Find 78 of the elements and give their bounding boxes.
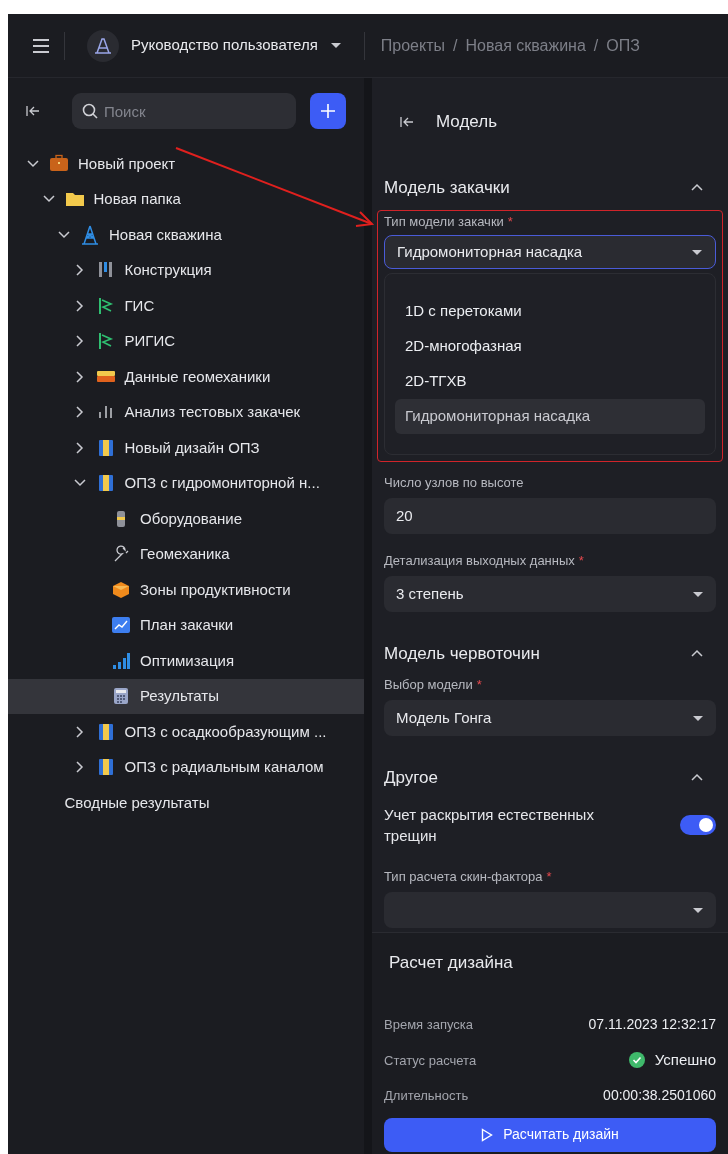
plus-icon — [320, 103, 336, 119]
status-value: Успешно — [654, 1050, 716, 1070]
caret-icon — [691, 248, 703, 256]
section-header[interactable]: Модель червоточин — [384, 632, 716, 676]
bar-chart-icon — [111, 650, 131, 671]
tree-item[interactable]: ОПЗ с гидромониторной н... — [8, 465, 364, 501]
field-label: Число узлов по высоте — [384, 474, 524, 493]
toggle-switch[interactable] — [680, 815, 716, 835]
add-button[interactable] — [310, 93, 346, 129]
tree-item[interactable]: Новая скважина — [8, 217, 364, 253]
caret-icon — [692, 590, 704, 598]
info-label: Длительность — [384, 1087, 469, 1105]
tree-item[interactable]: Зоны продуктивности — [8, 572, 364, 608]
briefcase-icon — [49, 153, 69, 174]
toggle-label: Учет раскрытия естественных трещин — [384, 805, 595, 846]
tree-item[interactable]: Новая папка — [8, 181, 364, 217]
breadcrumb-separator: / — [453, 35, 458, 56]
tree-item[interactable]: РИГИС — [8, 323, 364, 359]
breadcrumb-separator: / — [593, 35, 599, 56]
rig-icon — [80, 224, 100, 245]
tree-item[interactable]: Сводные результаты — [8, 785, 364, 821]
required-mark: * — [578, 552, 584, 571]
panel-title: Модель — [436, 111, 498, 134]
search-field[interactable]: Поиск — [72, 93, 296, 129]
tree-item[interactable]: ОПЗ с осадкообразующим ... — [8, 714, 364, 750]
info-value: 00:00:38.2501060 — [603, 1086, 716, 1106]
select-field[interactable]: Модель Гонга — [384, 700, 716, 736]
select-field[interactable]: 3 степень — [384, 576, 716, 612]
calculator-icon — [111, 686, 131, 707]
tree-item[interactable]: Конструкция — [8, 252, 364, 288]
dropdown-option[interactable]: 2D-многофазная — [395, 329, 705, 364]
cube-icon — [111, 579, 131, 600]
tree-item[interactable]: Данные геомеханики — [8, 359, 364, 395]
breadcrumb-link[interactable]: Проекты — [380, 33, 445, 58]
field-label: Тип расчета скин-фактора — [384, 868, 543, 887]
breadcrumb-link[interactable]: Новая скважина — [465, 33, 586, 58]
caret-icon — [692, 906, 704, 914]
tree-item[interactable]: Геомеханика — [8, 536, 364, 572]
tree-item[interactable]: ГИС — [8, 288, 364, 324]
tree-item[interactable]: Оптимизация — [8, 643, 364, 679]
dropdown-option[interactable]: 2D-ТГХВ — [395, 364, 705, 399]
field-label: Тип модели закачки — [384, 213, 504, 232]
field-label: Выбор модели — [384, 676, 473, 695]
required-mark: * — [507, 213, 513, 232]
tree-item[interactable]: Результаты — [8, 678, 364, 714]
menu-icon — [32, 38, 50, 53]
section-header[interactable]: Другое — [384, 756, 716, 800]
collapse-icon — [400, 116, 414, 128]
tree-item[interactable]: Оборудование — [8, 501, 364, 537]
select-field[interactable] — [384, 892, 716, 928]
caret-icon — [329, 42, 342, 49]
logo-icon — [87, 29, 119, 62]
dropdown-option[interactable]: 1D с перетоками — [395, 294, 705, 329]
dropdown-field[interactable]: Гидромониторная насадка — [384, 235, 716, 269]
dropdown-option[interactable]: Гидромониторная насадка — [395, 399, 705, 434]
collapse-icon — [26, 105, 40, 117]
required-mark: * — [476, 676, 482, 695]
info-label: Время запуска — [384, 1016, 473, 1034]
number-field[interactable]: 20 — [384, 498, 716, 534]
tree-item[interactable]: Анализ тестовых закачек — [8, 394, 364, 430]
section-header[interactable]: Модель закачки — [384, 166, 716, 210]
calculate-button[interactable]: Расчитать дизайн — [384, 1117, 716, 1152]
line-chart-icon — [111, 615, 131, 636]
play-icon — [481, 1127, 494, 1142]
info-value: 07.11.2023 12:32:17 — [588, 1015, 716, 1035]
breadcrumb-link[interactable]: ОПЗ — [606, 33, 640, 58]
card-title: Расчет дизайна — [388, 952, 514, 975]
tree-item[interactable]: ОПЗ с радиальным каналом — [8, 749, 364, 785]
tree-item[interactable]: Новый дизайн ОПЗ — [8, 430, 364, 466]
field-label: Детализация выходных данных — [384, 552, 575, 571]
app-title[interactable]: Руководство пользователя — [131, 34, 318, 57]
search-icon — [82, 103, 98, 119]
tree-item[interactable]: План закачки — [8, 607, 364, 643]
required-mark: * — [546, 868, 552, 887]
caret-icon — [692, 714, 704, 722]
check-circle-icon — [628, 1052, 645, 1069]
tree-item[interactable]: Новый проект — [8, 146, 364, 182]
info-label: Статус расчета — [384, 1051, 477, 1070]
